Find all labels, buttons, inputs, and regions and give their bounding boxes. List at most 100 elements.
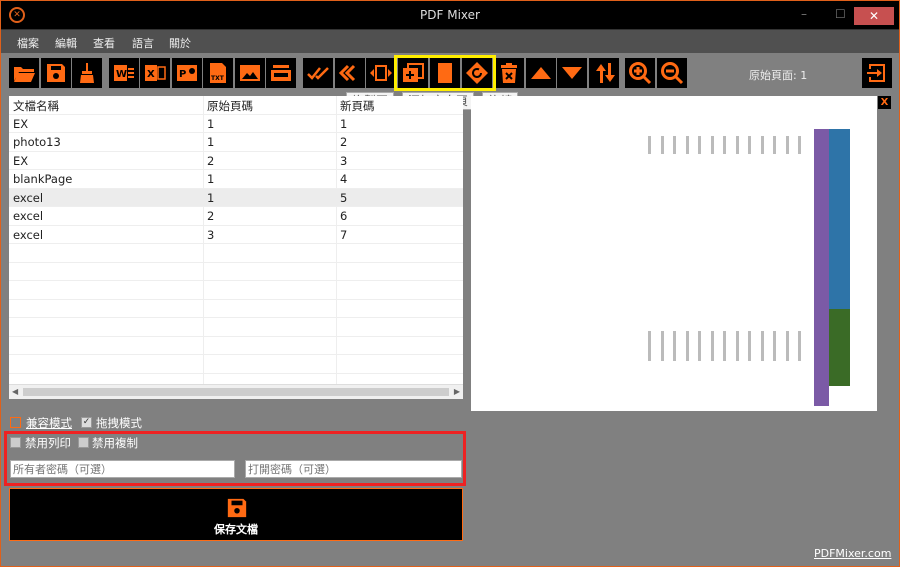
title-bar: ✕ PDF Mixer – ☐ ✕ (1, 1, 899, 29)
preview-text-line (798, 331, 801, 361)
delete-button[interactable] (494, 58, 524, 88)
table-row[interactable]: photo13 1 2 (9, 133, 463, 152)
word-button[interactable]: W (109, 58, 139, 88)
preview-text-line (673, 331, 676, 361)
disable-print-label[interactable]: 禁用列印 (25, 435, 71, 451)
preview-text-line (760, 331, 764, 361)
undo-all-button[interactable] (335, 58, 365, 88)
zoom-out-icon (661, 62, 684, 85)
horizontal-scrollbar[interactable]: ◀ ▶ (9, 384, 463, 399)
table-cell: EX (13, 116, 29, 131)
open-folder-button[interactable] (9, 58, 39, 88)
table-header: 文檔名稱 原始頁碼 新頁碼 (9, 96, 463, 115)
preview-close-button[interactable]: X (878, 96, 891, 109)
svg-text:P: P (179, 69, 186, 80)
move-down-button[interactable] (557, 58, 587, 88)
undo-all-icon (338, 64, 356, 82)
move-up-button[interactable] (526, 58, 556, 88)
page-table: 文檔名稱 原始頁碼 新頁碼 EX 1 1 photo13 1 2 EX 2 3 blankPage… (9, 96, 463, 399)
table-cell: 6 (340, 209, 348, 223)
header-new-page[interactable]: 新頁碼 (340, 98, 375, 114)
table-row[interactable]: blankPage 1 4 (9, 170, 463, 189)
excel-button[interactable]: X (140, 58, 170, 88)
scrollbar-thumb[interactable] (23, 388, 449, 396)
menu-view[interactable]: 查看 (93, 35, 115, 51)
table-row[interactable]: excel 3 7 (9, 226, 463, 244)
compat-mode-label[interactable]: 兼容模式 (26, 415, 72, 431)
preview-text-line (698, 136, 701, 154)
exit-button[interactable] (862, 58, 892, 88)
owner-password-input[interactable] (10, 460, 235, 478)
powerpoint-button[interactable]: P (172, 58, 202, 88)
table-cell: excel (13, 190, 44, 205)
excel-icon: X (145, 65, 166, 81)
menu-file[interactable]: 檔案 (17, 35, 39, 51)
table-row[interactable]: excel 1 5 (9, 188, 463, 207)
table-cell: 1 (340, 116, 348, 131)
drag-mode-checkbox[interactable]: ✓ (81, 417, 92, 428)
disable-print-checkbox[interactable] (10, 437, 21, 448)
table-row[interactable]: excel 2 6 (9, 207, 463, 226)
save-icon (47, 64, 65, 82)
preview-text-line (685, 331, 689, 361)
preview-text-line (723, 331, 726, 361)
table-cell: blankPage (13, 172, 73, 186)
table-cell: excel (13, 227, 44, 242)
window-title: PDF Mixer (420, 8, 480, 22)
table-cell: excel (13, 209, 44, 223)
preview-text-line (798, 136, 801, 154)
zoom-in-icon (629, 62, 652, 85)
menu-language[interactable]: 語言 (132, 35, 154, 51)
select-all-button[interactable] (303, 58, 333, 88)
table-cell: 2 (207, 153, 215, 168)
disable-copy-checkbox[interactable] (78, 437, 89, 448)
clean-button[interactable] (72, 58, 102, 88)
highlight-box (394, 55, 496, 91)
disable-copy-label[interactable]: 禁用複制 (92, 435, 138, 451)
close-button[interactable]: ✕ (854, 7, 894, 25)
save-label: 保存文檔 (214, 523, 258, 536)
preview-text-line (785, 136, 789, 154)
zoom-out-button[interactable] (657, 58, 687, 88)
preview-text-line (723, 136, 726, 154)
preview-text-line (760, 136, 764, 154)
menu-about[interactable]: 關於 (169, 35, 191, 51)
website-link[interactable]: PDFMixer.com (814, 547, 891, 560)
preview-text-line (710, 136, 714, 154)
drag-mode-label[interactable]: 拖拽模式 (96, 415, 142, 431)
save-button[interactable] (41, 58, 71, 88)
table-cell: 2 (207, 209, 215, 223)
image-button[interactable] (235, 58, 265, 88)
preview-text-line (773, 136, 776, 154)
preview-text-line (685, 136, 689, 154)
swap-button[interactable] (589, 58, 619, 88)
empty-row (9, 355, 463, 374)
table-row[interactable]: EX 2 3 (9, 152, 463, 170)
minimize-button[interactable]: – (801, 7, 807, 21)
zoom-in-button[interactable] (625, 58, 655, 88)
exit-icon (867, 64, 885, 82)
open-password-input[interactable] (245, 460, 462, 478)
table-cell: 5 (340, 190, 348, 205)
move-down-icon (562, 67, 582, 79)
preview-text-line (748, 331, 751, 361)
original-page-label: 原始頁面: 1 (749, 69, 808, 82)
header-original-page[interactable]: 原始頁碼 (207, 98, 253, 114)
table-cell: 4 (340, 172, 348, 186)
empty-row (9, 244, 463, 263)
header-doc-name[interactable]: 文檔名稱 (13, 98, 59, 114)
table-row[interactable]: EX 1 1 (9, 115, 463, 133)
maximize-button[interactable]: ☐ (835, 7, 846, 21)
menu-edit[interactable]: 編輯 (55, 35, 77, 51)
preview-text-line (648, 331, 651, 361)
compat-mode-checkbox[interactable] (10, 417, 21, 428)
txt-button[interactable]: TXT (203, 58, 233, 88)
save-document-button[interactable]: 保存文檔 (9, 488, 463, 541)
fit-width-button[interactable] (366, 58, 396, 88)
move-up-icon (531, 67, 551, 79)
swap-icon (596, 63, 615, 83)
clean-icon (80, 63, 94, 83)
scanner-button[interactable] (266, 58, 296, 88)
powerpoint-icon: P (177, 65, 197, 81)
empty-row (9, 318, 463, 337)
